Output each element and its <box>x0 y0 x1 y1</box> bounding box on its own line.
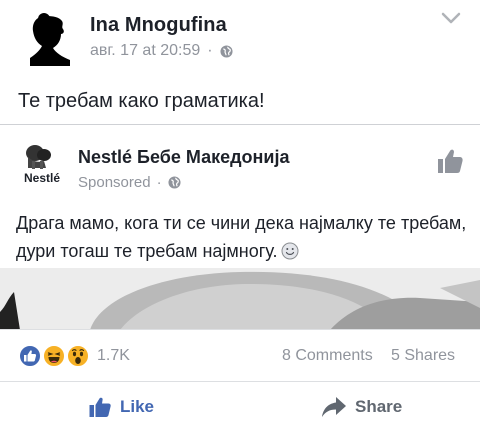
reaction-count[interactable]: 1.7K <box>97 347 130 365</box>
comments-count[interactable]: 8 Comments <box>282 347 373 365</box>
sponsored-separator: · <box>156 174 162 191</box>
nestle-logo[interactable]: Nestlé <box>18 141 66 189</box>
action-bar: Like Share <box>0 381 480 429</box>
globe-icon <box>220 44 233 58</box>
like-button[interactable]: Like <box>88 394 154 420</box>
shared-post-card[interactable]: Nestlé Nestlé Бебе Македонија Sponsored … <box>0 124 480 329</box>
like-label: Like <box>120 397 155 416</box>
share-button[interactable]: Share <box>321 394 402 420</box>
share-icon <box>322 397 346 417</box>
sponsored-label[interactable]: Sponsored <box>78 174 151 191</box>
nestle-logo-text: Nestlé <box>24 171 60 185</box>
post-timestamp[interactable]: авг. 17 at 20:59 <box>90 42 200 60</box>
reactions-bar: 1.7K 8 Comments 5 Shares <box>0 329 480 381</box>
sponsored-meta: Sponsored · <box>78 174 181 191</box>
reaction-icons[interactable] <box>18 344 94 368</box>
page-like-icon[interactable] <box>436 147 464 175</box>
post-meta: авг. 17 at 20:59 · <box>90 42 233 60</box>
author-avatar[interactable] <box>22 10 78 66</box>
share-label: Share <box>355 397 403 416</box>
post-header: Ina Mnogufina авг. 17 at 20:59 · <box>0 0 480 80</box>
wow-reaction-icon <box>66 344 90 368</box>
globe-icon <box>168 176 181 189</box>
haha-reaction-icon <box>42 344 66 368</box>
post-text: Те требам како граматика! <box>18 90 265 112</box>
page-name[interactable]: Nestlé Бебе Македонија <box>78 147 289 168</box>
like-reaction-icon <box>18 344 42 368</box>
smiley-emoji-icon <box>281 242 299 260</box>
shares-count[interactable]: 5 Shares <box>391 347 455 365</box>
author-name[interactable]: Ina Mnogufina <box>90 14 227 37</box>
like-icon <box>89 397 111 417</box>
shared-post-text-content: Драга мамо, кога ти се чини дека најмалк… <box>16 213 467 261</box>
shared-post-text: Драга мамо, кога ти се чини дека најмалк… <box>16 209 468 265</box>
shared-post-image[interactable] <box>0 268 480 329</box>
meta-separator: · <box>207 42 213 59</box>
chevron-down-icon[interactable] <box>440 10 462 26</box>
